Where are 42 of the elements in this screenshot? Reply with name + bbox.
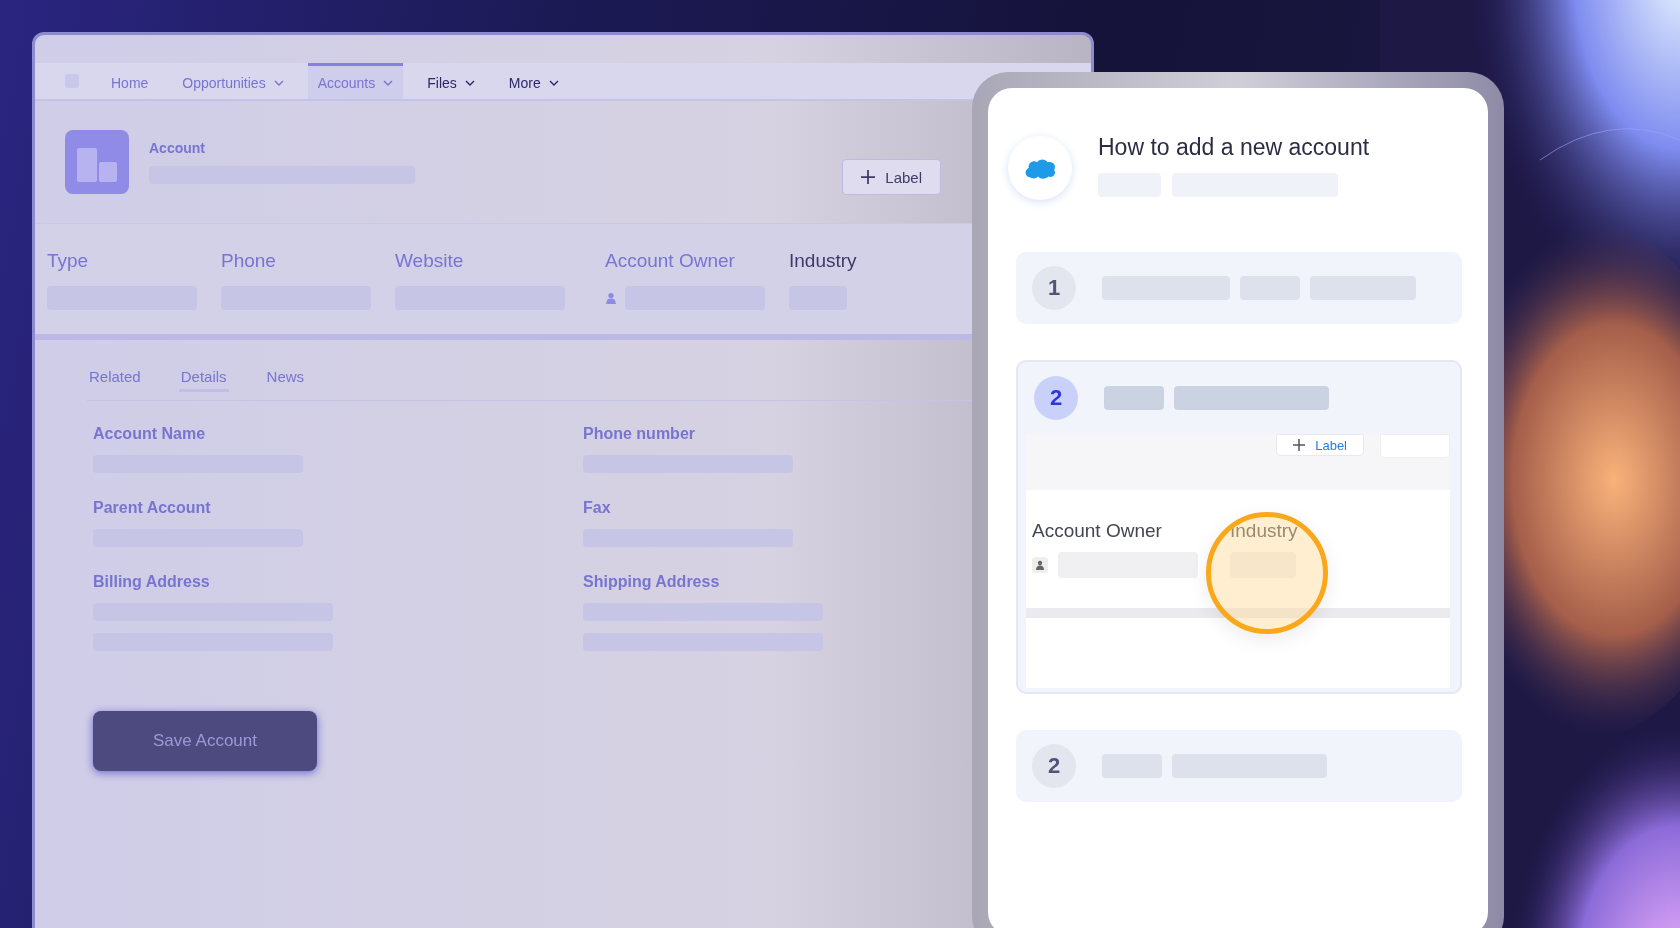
step-number: 1 (1032, 266, 1076, 310)
field-label: Account Owner (1032, 520, 1163, 542)
step-card[interactable]: 2 (1016, 730, 1462, 802)
step-number: 2 (1034, 376, 1078, 420)
step-card[interactable]: 2 Label Account Owner Industry (1016, 360, 1462, 694)
account-icon (65, 130, 129, 194)
plus-icon (1293, 439, 1306, 451)
field-label: Shipping Address (583, 573, 721, 591)
step-number: 2 (1032, 744, 1076, 788)
chevron-down-icon (464, 79, 475, 86)
nav-tab[interactable]: More (498, 63, 569, 99)
nav-tab[interactable]: Home (101, 63, 159, 99)
chevron-down-icon (383, 79, 394, 86)
plus-icon (861, 170, 876, 184)
field-label: Industry (789, 250, 857, 272)
person-icon (605, 292, 617, 304)
nav-tab[interactable]: Accounts (307, 63, 404, 99)
record-type: Account (149, 140, 206, 156)
tab[interactable]: Related (87, 364, 143, 392)
field-label: Industry (1230, 520, 1298, 542)
tab[interactable]: Details (178, 364, 229, 392)
field-label: Parent Account (93, 499, 212, 517)
placeholder-bar (1104, 386, 1164, 410)
step-card[interactable]: 1 (1016, 252, 1462, 324)
nav-tab[interactable]: Files (417, 63, 485, 99)
field-label: Account Name (93, 425, 207, 443)
field-label: Phone number (583, 425, 696, 443)
field-label: Account Owner (605, 250, 736, 272)
person-icon (1032, 557, 1048, 573)
field-label: Phone (221, 250, 277, 272)
save-account-button[interactable]: Save Account (93, 711, 317, 771)
guide-title: How to add a new account (1098, 133, 1370, 161)
nav-tab[interactable]: Opportunities (172, 63, 294, 99)
field-label: Website (395, 250, 465, 272)
field-label: Fax (583, 499, 612, 517)
field-label: Billing Address (93, 573, 211, 591)
chevron-down-icon (548, 79, 559, 86)
label-button[interactable]: Label (1276, 434, 1364, 456)
chevron-down-icon (273, 79, 284, 86)
label-button[interactable]: Label (842, 159, 941, 195)
field-label: Type (47, 250, 90, 272)
tab[interactable]: News (264, 364, 307, 392)
